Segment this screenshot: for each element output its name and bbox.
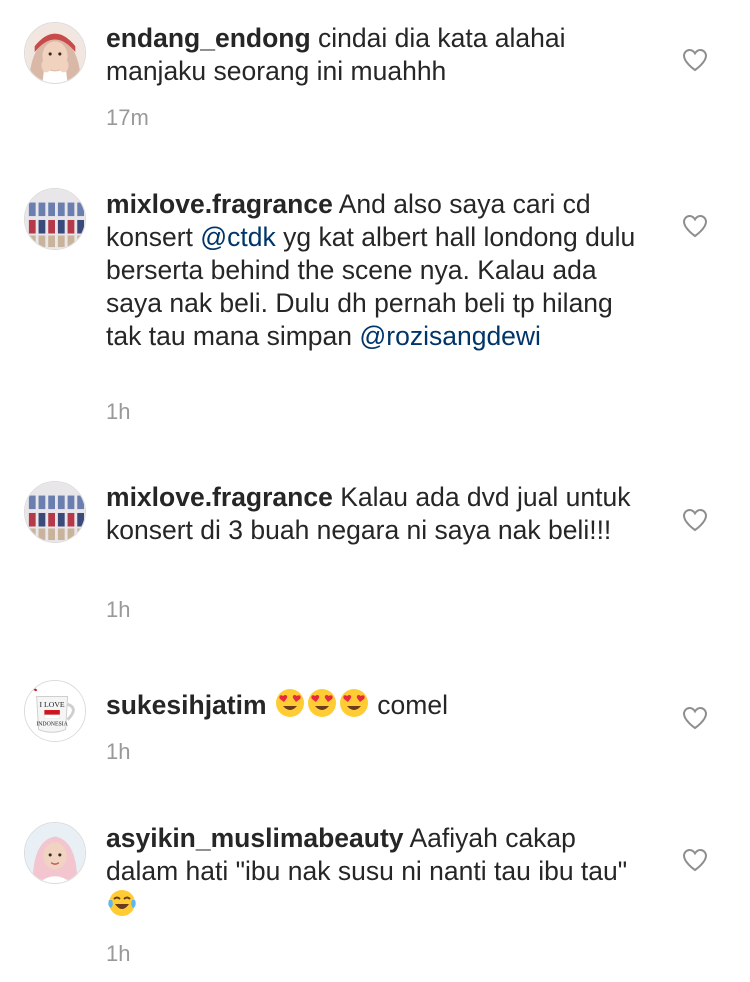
comment-timestamp: 17m [106,105,149,130]
comment-username[interactable]: mixlove.fragrance [106,482,333,512]
comment-text: mixlove.fragrance And also saya cari cd … [106,189,636,351]
avatar[interactable] [24,188,86,250]
comment-username[interactable]: asyikin_muslimabeauty [106,823,404,853]
comment-timestamp: 1h [106,399,131,424]
comment-text: asyikin_muslimabeauty Aafiyah cakap dala… [106,822,646,922]
tears-of-joy-emoji [107,888,137,918]
like-heart-icon[interactable] [682,706,708,730]
heart-eyes-emoji [339,688,369,718]
mention-link[interactable]: @rozisangdewi [359,321,541,351]
heart-eyes-emoji [275,688,305,718]
avatar[interactable]: I LOVE INDONESIA [24,680,86,742]
like-heart-icon[interactable] [682,214,708,238]
comment-text: sukesihjatim comel [106,688,448,720]
comment-username[interactable]: sukesihjatim [106,690,267,720]
avatar[interactable] [24,481,86,543]
comment-timestamp: 1h [106,941,131,966]
comment-username[interactable]: mixlove.fragrance [106,189,333,219]
comment-timestamp: 1h [106,597,131,622]
mention-link[interactable]: @ctdk [200,222,276,252]
svg-text:I LOVE: I LOVE [40,700,65,709]
avatar[interactable] [24,822,86,884]
svg-text:INDONESIA: INDONESIA [36,722,68,728]
avatar[interactable] [24,22,86,84]
comment-text: mixlove.fragrance Kalau ada dvd jual unt… [106,482,631,545]
like-heart-icon[interactable] [682,848,708,872]
like-heart-icon[interactable] [682,48,708,72]
like-heart-icon[interactable] [682,508,708,532]
comment-username[interactable]: endang_endong [106,23,311,53]
comment-timestamp: 1h [106,739,131,764]
heart-eyes-emoji [307,688,337,718]
comment-text: endang_endong cindai dia kata alahai man… [106,23,566,86]
